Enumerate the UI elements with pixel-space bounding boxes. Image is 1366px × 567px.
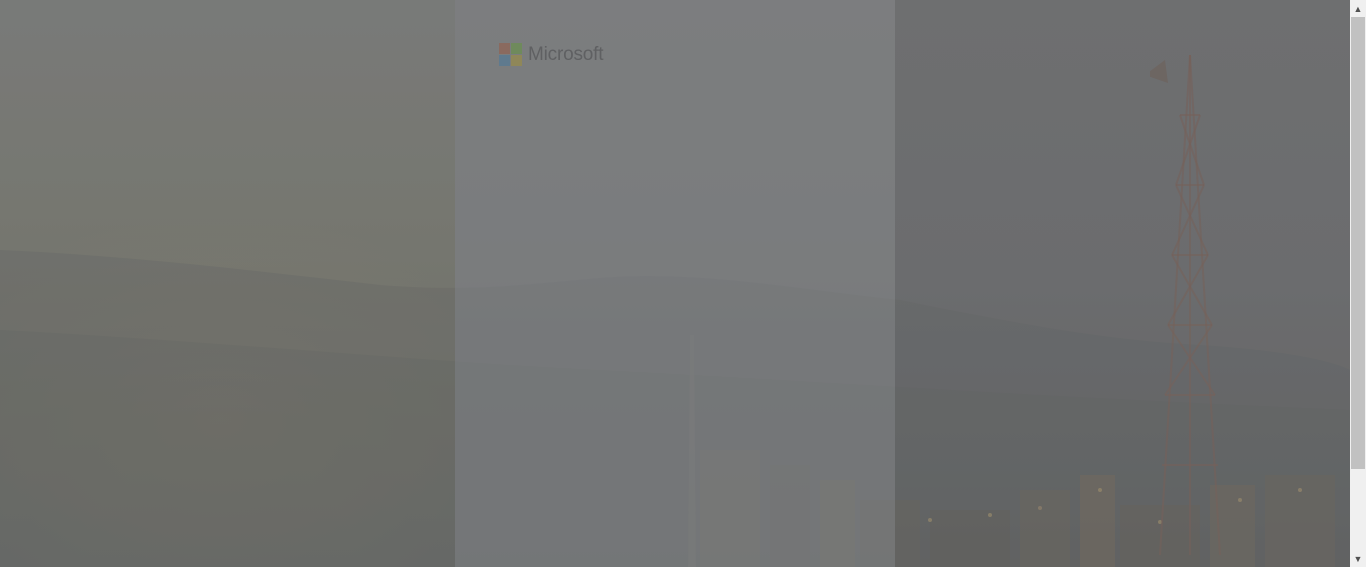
- logo-square-red: [499, 43, 510, 54]
- scroll-thumb[interactable]: [1351, 17, 1365, 469]
- scroll-up-icon[interactable]: ▲: [1350, 0, 1366, 17]
- logo-square-yellow: [511, 55, 522, 66]
- logo-square-blue: [499, 55, 510, 66]
- scroll-down-icon[interactable]: ▼: [1350, 550, 1366, 567]
- background-photo: Microsoft: [0, 0, 1350, 567]
- brand-name: Microsoft: [528, 43, 604, 65]
- microsoft-logo-icon: [499, 43, 522, 66]
- sign-in-panel: Microsoft: [455, 0, 895, 567]
- microsoft-brand: Microsoft: [499, 43, 603, 66]
- vertical-scrollbar[interactable]: ▲ ▼: [1350, 0, 1366, 567]
- logo-square-green: [511, 43, 522, 54]
